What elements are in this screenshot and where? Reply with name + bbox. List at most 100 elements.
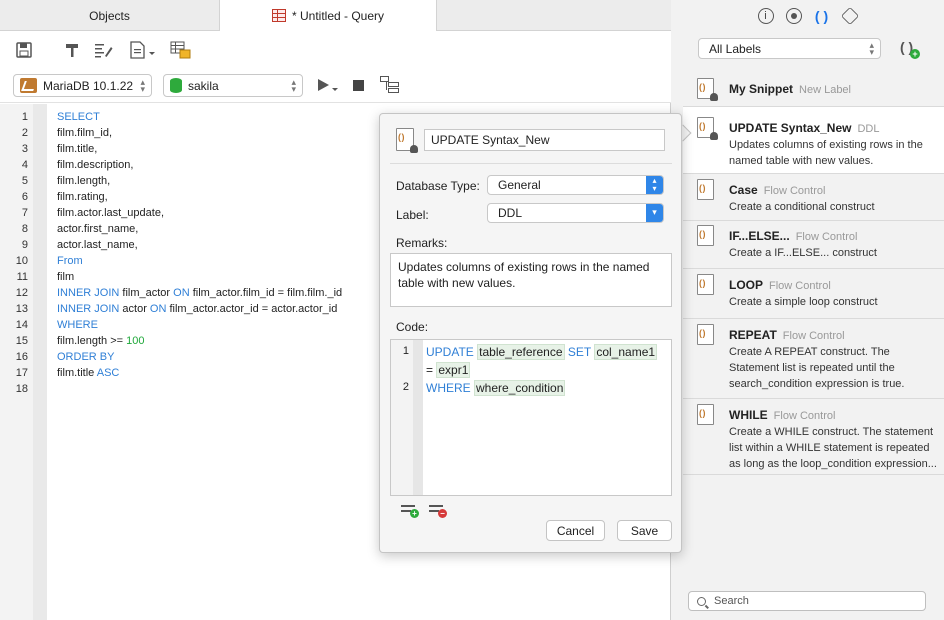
code-fold-gutter	[413, 340, 423, 495]
stop-icon[interactable]	[353, 80, 364, 91]
snippet-description: Create a conditional construct	[729, 201, 875, 213]
save-icon[interactable]	[14, 40, 34, 60]
sql-line: film.film_id,	[57, 125, 112, 141]
sql-keyword: WHERE	[57, 319, 98, 331]
sql-text: actor.first_name,	[57, 223, 139, 235]
sql-line: film.length >= 100	[57, 333, 144, 349]
sql-text: film.description,	[57, 159, 134, 171]
tab-query[interactable]: * Untitled - Query	[220, 0, 437, 31]
line-number: 10	[15, 255, 28, 267]
chevron-updown-icon: ▴ ▾	[140, 77, 145, 94]
snippet-title: UPDATE Syntax_New DDL	[729, 121, 880, 135]
sql-line: actor.last_name,	[57, 237, 138, 253]
line-number: 15	[15, 335, 28, 347]
snippet-title-text: REPEAT	[729, 328, 777, 342]
snippet-title-text: Case	[729, 183, 758, 197]
remarks-label: Remarks:	[396, 236, 448, 250]
cancel-button[interactable]: Cancel	[546, 520, 605, 541]
line-number: 2	[21, 127, 28, 139]
snippet-description: Create a WHILE construct. The statement …	[729, 426, 937, 470]
save-button[interactable]: Save	[617, 520, 672, 541]
add-snippet-icon[interactable]: ( ) +	[900, 39, 920, 59]
sql-line: WHERE	[57, 317, 98, 333]
snippet-code-editor[interactable]: 1 2 UPDATE table_reference SET col_name1…	[390, 339, 672, 496]
line-number: 3	[21, 143, 28, 155]
snippet-title: Case Flow Control	[729, 183, 825, 197]
run-icon[interactable]	[316, 77, 338, 93]
code-placeholder[interactable]: col_name1	[594, 344, 658, 360]
line-number: 7	[21, 207, 28, 219]
connection-select[interactable]: MariaDB 10.1.22 ▴ ▾	[13, 74, 152, 97]
sql-line: ORDER BY	[57, 349, 114, 365]
chevron-updown-icon: ▴ ▾	[646, 176, 663, 194]
snippet-list-item[interactable]: My Snippet New Label	[683, 70, 944, 107]
label-filter-value: All Labels	[709, 41, 762, 56]
snippet-icon	[697, 225, 714, 246]
db-type-label: Database Type:	[396, 179, 480, 193]
db-type-select[interactable]: General ▴ ▾	[487, 175, 664, 195]
snippet-label: Flow Control	[795, 231, 858, 243]
sql-number: 100	[126, 335, 145, 347]
snippet-panel: i ( ) All Labels ▴▾ ( ) + My Snippet New …	[671, 0, 944, 620]
sql-keyword: SELECT	[57, 111, 100, 123]
sql-text: film.length,	[57, 175, 111, 187]
cancel-button-label: Cancel	[556, 523, 595, 538]
sql-keyword: INNER JOIN	[57, 303, 120, 315]
code-snippet-menu-icon[interactable]	[128, 40, 158, 60]
search-icon	[697, 596, 706, 606]
remove-placeholder-icon[interactable]: −	[429, 504, 447, 518]
explain-icon[interactable]	[380, 76, 400, 94]
snippet-search-input[interactable]: Search	[688, 591, 926, 611]
remarks-textarea[interactable]: Updates columns of existing rows in the …	[390, 253, 672, 307]
info-icon[interactable]: i	[757, 7, 774, 24]
code-snippet-tab-icon[interactable]: ( )	[814, 8, 830, 24]
snippet-list-item[interactable]: REPEAT Flow Control Create A REPEAT constr…	[683, 319, 944, 399]
snippet-icon	[697, 274, 714, 295]
code-placeholder[interactable]: where_condition	[474, 380, 566, 396]
object-hex-icon[interactable]	[840, 6, 859, 25]
tab-objects[interactable]: Objects	[0, 0, 220, 31]
snippet-name-value: UPDATE Syntax_New	[431, 133, 550, 147]
label-filter-select[interactable]: All Labels ▴ ▾	[698, 38, 881, 59]
save-button-label: Save	[630, 523, 659, 538]
label-select[interactable]: DDL ▾	[487, 203, 664, 223]
code-label: Code:	[396, 320, 429, 334]
sql-line: SELECT	[57, 109, 100, 125]
snippet-icon	[396, 128, 418, 153]
line-number: 8	[21, 223, 28, 235]
snippet-list-item[interactable]: IF...ELSE... Flow Control Create a IF...EL…	[683, 221, 944, 269]
add-placeholder-icon[interactable]: +	[401, 504, 419, 518]
snippet-icon	[697, 117, 718, 140]
snippet-list-item[interactable]: UPDATE Syntax_New DDL Updates columns of e…	[683, 107, 944, 174]
format-hammer-icon[interactable]	[62, 40, 82, 60]
snippet-icon	[697, 179, 714, 200]
snippet-title-text: WHILE	[729, 408, 768, 422]
mariadb-icon	[20, 78, 37, 93]
snippet-list-item[interactable]: WHILE Flow Control Create a WHILE construc…	[683, 399, 944, 475]
preview-eye-icon[interactable]	[785, 7, 802, 24]
snippet-name-input[interactable]: UPDATE Syntax_New	[424, 129, 665, 151]
snippet-list-item[interactable]: Case Flow Control Create a conditional con…	[683, 174, 944, 221]
sql-line: INNER JOIN film_actor ON film_actor.film…	[57, 285, 342, 301]
line-number: 9	[21, 239, 28, 251]
code-placeholder[interactable]: table_reference	[477, 344, 565, 360]
beautify-sql-icon[interactable]	[94, 40, 114, 60]
snippet-description: Create a simple loop construct	[729, 296, 878, 308]
code-line-number: 1	[402, 345, 409, 357]
sql-line: film.actor.last_update,	[57, 205, 164, 221]
snippet-label: Flow Control	[763, 185, 826, 197]
sql-text: film	[57, 271, 75, 283]
database-icon	[170, 78, 182, 93]
code-content: UPDATE table_reference SET col_name1 = e…	[426, 343, 666, 397]
line-number: 18	[15, 383, 28, 395]
snippet-label: New Label	[799, 84, 851, 96]
schema-select[interactable]: sakila ▴ ▾	[163, 74, 303, 97]
snippet-list-item[interactable]: LOOP Flow Control Create a simple loop con…	[683, 269, 944, 319]
sql-text: film.title,	[57, 143, 98, 155]
query-builder-icon[interactable]	[170, 40, 192, 60]
code-placeholder[interactable]: expr1	[436, 362, 471, 378]
sql-keyword: From	[57, 255, 83, 267]
sql-line: INNER JOIN actor ON film_actor.actor_id …	[57, 301, 337, 317]
line-number: 1	[21, 111, 28, 123]
search-placeholder: Search	[714, 595, 749, 607]
